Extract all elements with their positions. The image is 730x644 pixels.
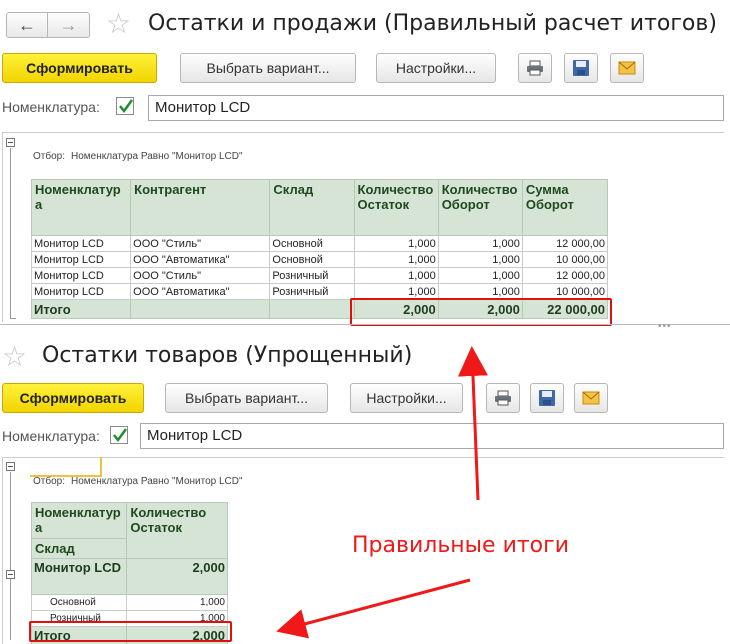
annotation-arrows xyxy=(276,346,488,639)
arrow-up xyxy=(457,346,488,501)
arrow-down-left xyxy=(276,578,471,639)
